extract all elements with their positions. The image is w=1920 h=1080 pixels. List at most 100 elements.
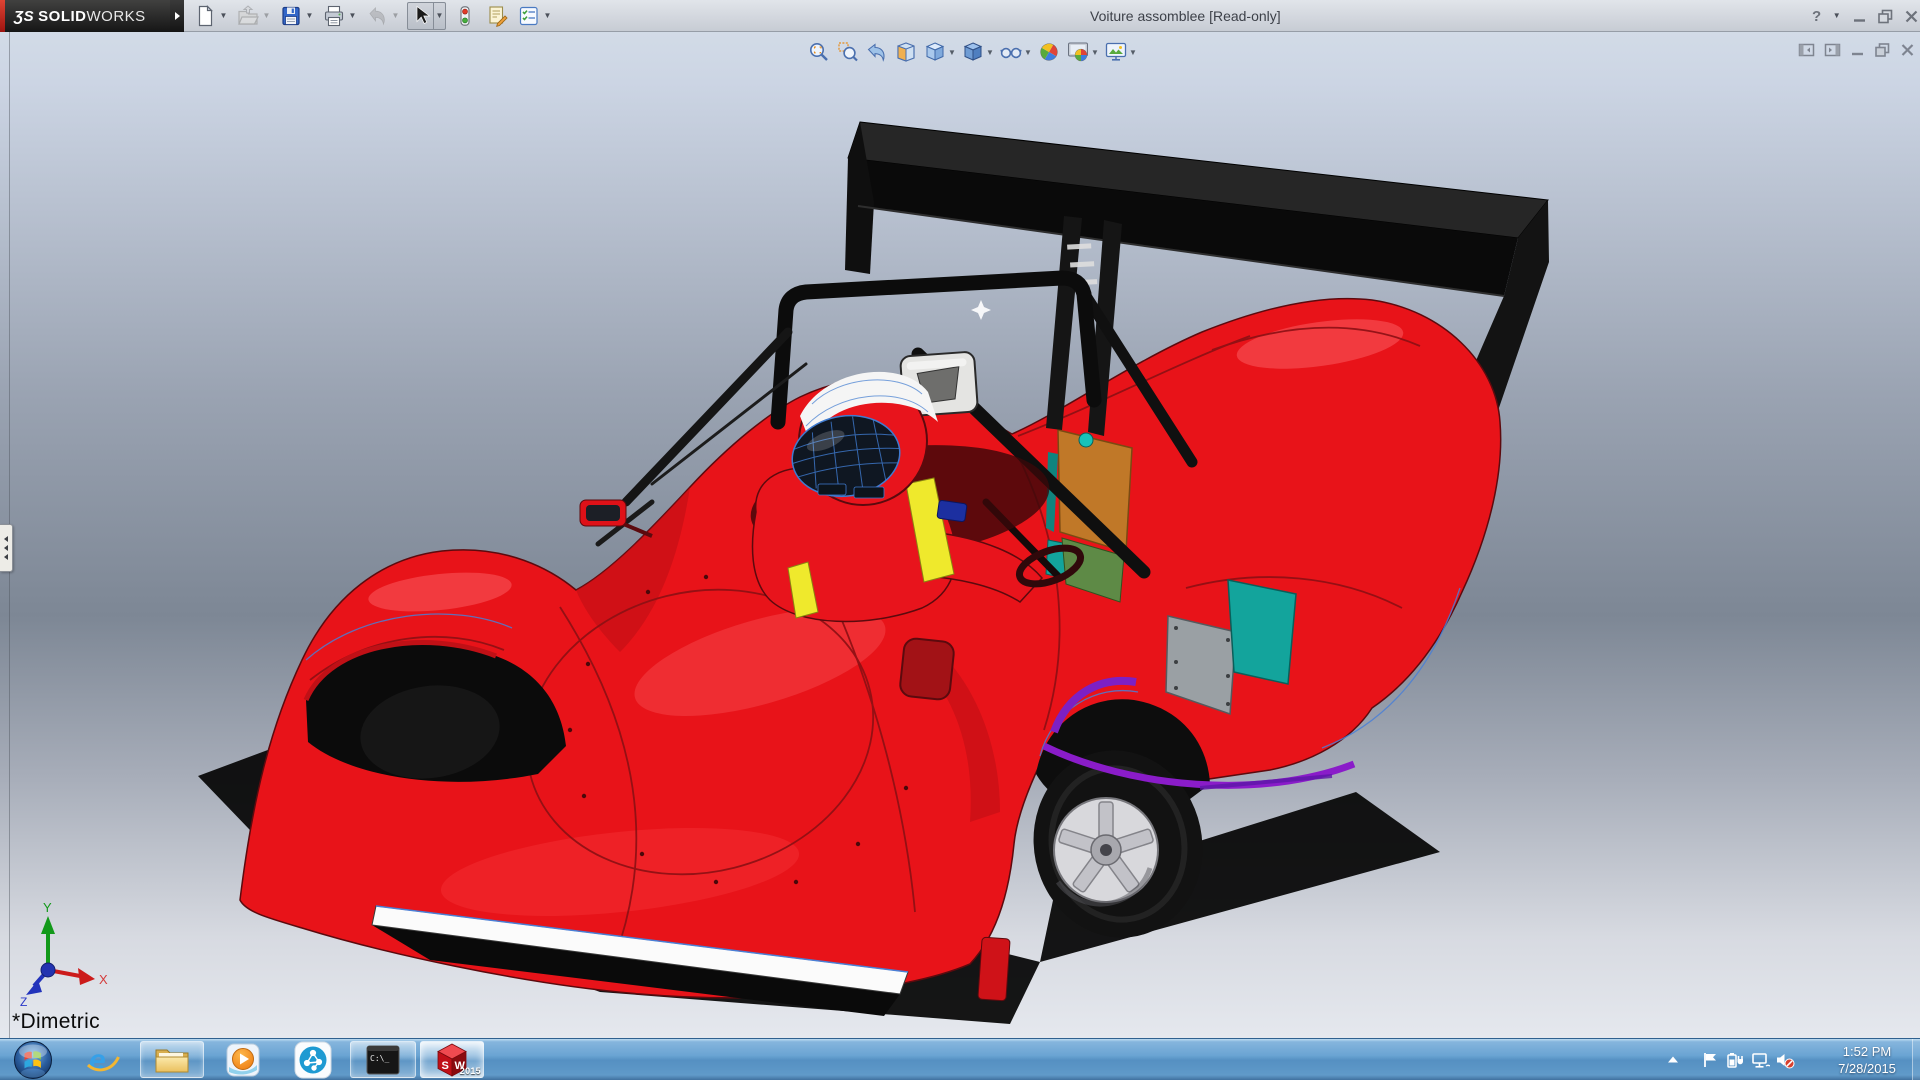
show-desktop-button[interactable] — [1912, 1039, 1920, 1080]
window-restore-button[interactable] — [1877, 6, 1894, 26]
new-document-icon[interactable] — [192, 3, 218, 29]
previous-view-icon[interactable] — [864, 39, 890, 65]
power-battery-icon[interactable] — [1722, 1045, 1747, 1075]
collapse-pane-right-button[interactable] — [1824, 42, 1841, 58]
save-dropdown[interactable]: ▼ — [304, 11, 315, 21]
solidworks-version-badge: 2015 — [460, 1066, 481, 1076]
save-button[interactable]: ▼ — [278, 3, 315, 29]
options-dropdown[interactable]: ▼ — [542, 11, 553, 21]
zoom-to-fit-button[interactable] — [806, 39, 832, 65]
apply-scene-dropdown[interactable]: ▼ — [1091, 48, 1100, 57]
action-center-flag-icon[interactable] — [1697, 1045, 1722, 1075]
svg-text:S: S — [442, 1060, 449, 1072]
taskbar-media-player[interactable] — [224, 1043, 262, 1077]
taskbar-clock[interactable]: 1:52 PM 7/28/2015 — [1824, 1043, 1910, 1077]
view-settings-button[interactable]: ▼ — [1103, 39, 1138, 65]
save-floppy-icon[interactable] — [278, 3, 304, 29]
view-orientation-label: *Dimetric — [12, 1010, 100, 1034]
menu-expand-arrow[interactable] — [170, 0, 184, 32]
svg-text:C:\_: C:\_ — [370, 1054, 389, 1063]
taskbar-blue-molecule-app[interactable] — [292, 1043, 334, 1077]
previous-view-button[interactable] — [864, 39, 890, 65]
start-button[interactable] — [10, 1043, 56, 1077]
new-dropdown[interactable]: ▼ — [218, 11, 229, 21]
help-dropdown[interactable]: ▼ — [1831, 11, 1842, 21]
section-view-button[interactable] — [893, 39, 919, 65]
rebuild-button[interactable] — [452, 3, 478, 29]
document-minimize-button[interactable] — [1850, 42, 1865, 58]
view-settings-monitor-icon[interactable] — [1103, 39, 1129, 65]
feature-panel-collapse-tab[interactable] — [0, 524, 13, 572]
print-dropdown[interactable]: ▼ — [347, 11, 358, 21]
view-orientation-dropdown[interactable]: ▼ — [948, 48, 957, 57]
taskbar-windows-explorer[interactable] — [140, 1041, 204, 1078]
window-close-button[interactable] — [1904, 6, 1919, 26]
document-window-controls — [1798, 42, 1915, 58]
help-button[interactable]: ? — [1812, 6, 1821, 26]
view-orientation-cube-icon[interactable] — [922, 39, 948, 65]
display-style-dropdown[interactable]: ▼ — [986, 48, 995, 57]
select-cursor-icon[interactable] — [408, 3, 434, 29]
window-controls: ? ▼ — [1812, 0, 1919, 32]
tab-arrow-icon — [4, 536, 8, 542]
apply-scene-button[interactable]: ▼ — [1065, 39, 1100, 65]
document-restore-button[interactable] — [1874, 42, 1891, 58]
edit-appearance-button[interactable] — [1036, 39, 1062, 65]
network-icon[interactable] — [1747, 1045, 1772, 1075]
brand-works: WORKS — [87, 8, 146, 25]
print-icon[interactable] — [321, 3, 347, 29]
hide-show-items-button[interactable]: ▼ — [998, 39, 1033, 65]
folder-icon — [153, 1044, 191, 1076]
command-prompt-icon: C:\_ — [366, 1045, 400, 1075]
show-hidden-icons-button[interactable] — [1660, 1045, 1685, 1075]
open-button[interactable]: ▼ — [235, 3, 272, 29]
rebuild-traffic-light-icon[interactable] — [452, 3, 478, 29]
windows-taskbar: e — [0, 1038, 1920, 1080]
open-dropdown[interactable]: ▼ — [261, 11, 272, 21]
volume-muted-icon[interactable] — [1772, 1045, 1797, 1075]
zoom-to-area-button[interactable] — [835, 39, 861, 65]
brand-solid: SOLID — [38, 8, 86, 25]
eyeglasses-icon[interactable] — [998, 39, 1024, 65]
main-toolbar: ▼ ▼ ▼ ▼ ▼ ▼ — [192, 0, 559, 32]
zoom-to-area-icon[interactable] — [835, 39, 861, 65]
svg-text:e: e — [89, 1044, 106, 1077]
file-properties-button[interactable] — [484, 3, 510, 29]
document-close-button[interactable] — [1900, 42, 1915, 58]
select-tool-button[interactable]: ▼ — [407, 2, 446, 30]
new-button[interactable]: ▼ — [192, 3, 229, 29]
view-settings-dropdown[interactable]: ▼ — [1129, 48, 1138, 57]
options-list-icon[interactable] — [516, 3, 542, 29]
title-bar: ƷSSOLIDWORKS ▼ ▼ ▼ ▼ ▼ — [0, 0, 1920, 32]
model-render: Y X Z — [0, 32, 1920, 1038]
options-button[interactable]: ▼ — [516, 3, 553, 29]
appearance-ball-icon[interactable] — [1036, 39, 1062, 65]
zoom-to-fit-icon[interactable] — [806, 39, 832, 65]
collapse-pane-left-button[interactable] — [1798, 42, 1815, 58]
window-title: Voiture assomblee [Read-only] — [1090, 8, 1281, 24]
file-properties-icon[interactable] — [484, 3, 510, 29]
display-style-button[interactable]: ▼ — [960, 39, 995, 65]
clock-date: 7/28/2015 — [1824, 1060, 1910, 1077]
view-orientation-button[interactable]: ▼ — [922, 39, 957, 65]
triad-x-label: X — [99, 972, 108, 987]
graphics-area[interactable]: Y X Z — [0, 32, 1920, 1038]
undo-dropdown[interactable]: ▼ — [390, 11, 401, 21]
display-style-icon[interactable] — [960, 39, 986, 65]
hide-show-items-dropdown[interactable]: ▼ — [1024, 48, 1033, 57]
media-player-icon — [225, 1042, 261, 1078]
open-folder-icon[interactable] — [235, 3, 261, 29]
taskbar-internet-explorer[interactable]: e — [84, 1043, 122, 1077]
windows-start-orb-icon — [11, 1039, 55, 1080]
undo-icon[interactable] — [364, 3, 390, 29]
taskbar-command-prompt[interactable]: C:\_ — [350, 1041, 416, 1078]
internet-explorer-icon: e — [85, 1042, 121, 1078]
print-button[interactable]: ▼ — [321, 3, 358, 29]
section-view-icon[interactable] — [893, 39, 919, 65]
taskbar-solidworks-2015[interactable]: S W 2015 — [420, 1041, 484, 1078]
undo-button[interactable]: ▼ — [364, 3, 401, 29]
reference-triad: Y X Z — [20, 900, 108, 1009]
window-minimize-button[interactable] — [1852, 6, 1867, 26]
select-dropdown[interactable]: ▼ — [434, 11, 445, 21]
apply-scene-icon[interactable] — [1065, 39, 1091, 65]
